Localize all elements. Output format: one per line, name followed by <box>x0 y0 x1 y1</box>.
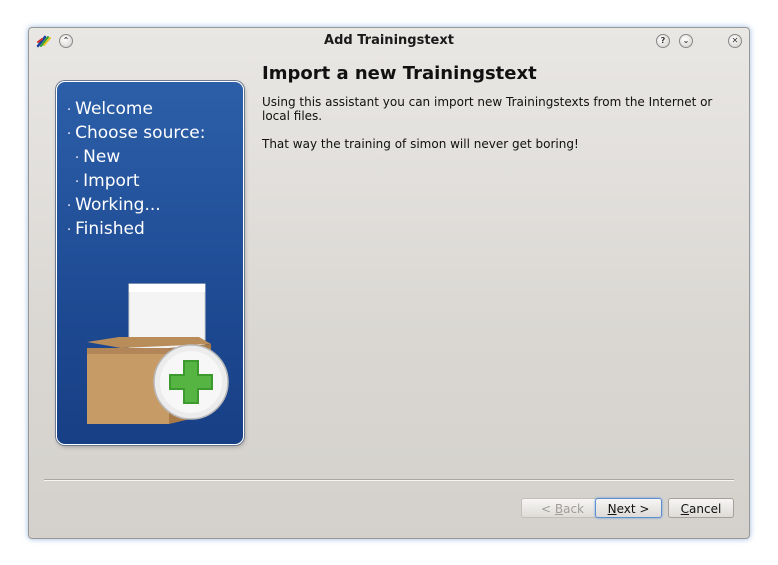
help-icon[interactable]: ? <box>656 34 670 48</box>
step-choose-source: · Choose source: <box>67 123 206 143</box>
cancel-button[interactable]: Cancel <box>668 498 734 518</box>
window-title: Add Trainingstext <box>324 33 454 48</box>
page-title: Import a new Trainingstext <box>262 63 537 84</box>
minimize-icon[interactable]: ⌄ <box>679 34 693 48</box>
import-box-icon <box>87 283 229 424</box>
close-icon[interactable]: ✕ <box>728 34 742 48</box>
wizard-steps: · Welcome · Choose source: · New · Import · W… <box>67 98 206 242</box>
step-welcome: · Welcome <box>67 99 153 119</box>
page-note: That way the training of simon will neve… <box>262 137 579 151</box>
wizard-sidebar: · Welcome · Choose source: · New · Import · W… <box>56 81 244 445</box>
step-import: · Import <box>75 171 140 191</box>
back-button[interactable]: < Back <box>521 498 604 518</box>
page-description: Using this assistant you can import new … <box>262 95 713 123</box>
footer-separator <box>44 479 734 481</box>
next-button[interactable]: Next > <box>595 498 662 518</box>
wizard-window: ⌃ Add Trainingstext ? ⌄ ✕ · Welcome · Choo… <box>28 27 750 539</box>
step-new: · New <box>75 147 121 167</box>
titlebar[interactable]: ⌃ Add Trainingstext ? ⌄ ✕ <box>29 28 749 54</box>
step-working: · Working... <box>67 195 161 215</box>
step-finished: · Finished <box>67 219 145 239</box>
